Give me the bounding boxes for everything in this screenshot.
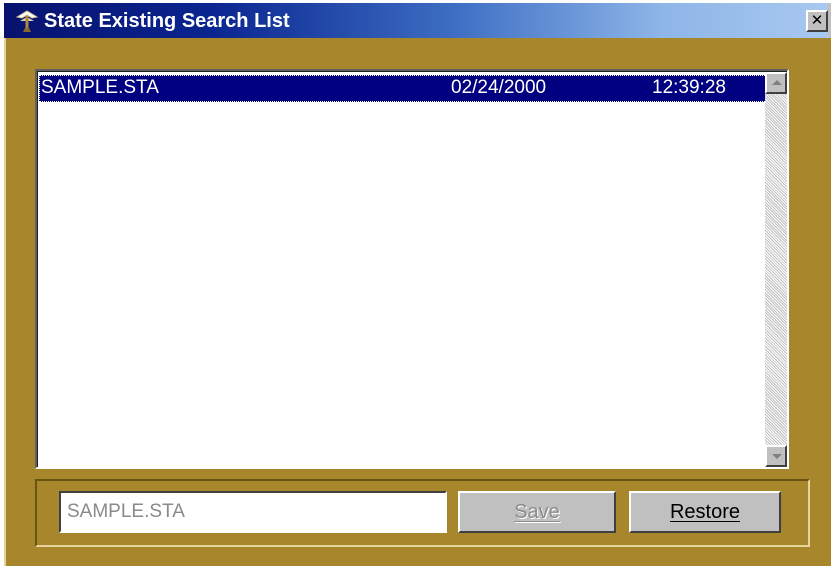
close-icon: ✕ bbox=[810, 11, 824, 29]
search-list-box[interactable]: SAMPLE.STA 02/24/2000 12:39:28 bbox=[35, 69, 789, 469]
search-list-inner: SAMPLE.STA 02/24/2000 12:39:28 bbox=[37, 71, 787, 467]
list-item-date: 02/24/2000 bbox=[451, 77, 547, 98]
filename-field[interactable] bbox=[59, 491, 447, 533]
app-icon bbox=[14, 8, 40, 34]
list-item-time: 12:39:28 bbox=[652, 77, 726, 98]
vertical-scrollbar[interactable] bbox=[765, 72, 787, 467]
save-button-label: Save bbox=[514, 501, 560, 523]
restore-button-label: Restore bbox=[669, 501, 741, 523]
action-group: Save Restore bbox=[35, 479, 810, 547]
window-title: State Existing Search List bbox=[44, 10, 290, 32]
restore-button[interactable]: Restore bbox=[629, 491, 781, 533]
scroll-up-button[interactable] bbox=[765, 72, 787, 94]
scroll-down-button[interactable] bbox=[765, 445, 787, 467]
list-item-name: SAMPLE.STA bbox=[41, 77, 159, 98]
close-button[interactable]: ✕ bbox=[806, 10, 828, 32]
arrow-up-icon bbox=[772, 80, 782, 85]
dialog-client-area: SAMPLE.STA 02/24/2000 12:39:28 Save Rest… bbox=[4, 38, 831, 566]
title-bar[interactable]: State Existing Search List ✕ bbox=[4, 3, 828, 38]
save-button[interactable]: Save bbox=[458, 491, 616, 533]
list-item[interactable]: SAMPLE.STA 02/24/2000 12:39:28 bbox=[39, 75, 773, 102]
arrow-down-icon bbox=[772, 454, 782, 459]
